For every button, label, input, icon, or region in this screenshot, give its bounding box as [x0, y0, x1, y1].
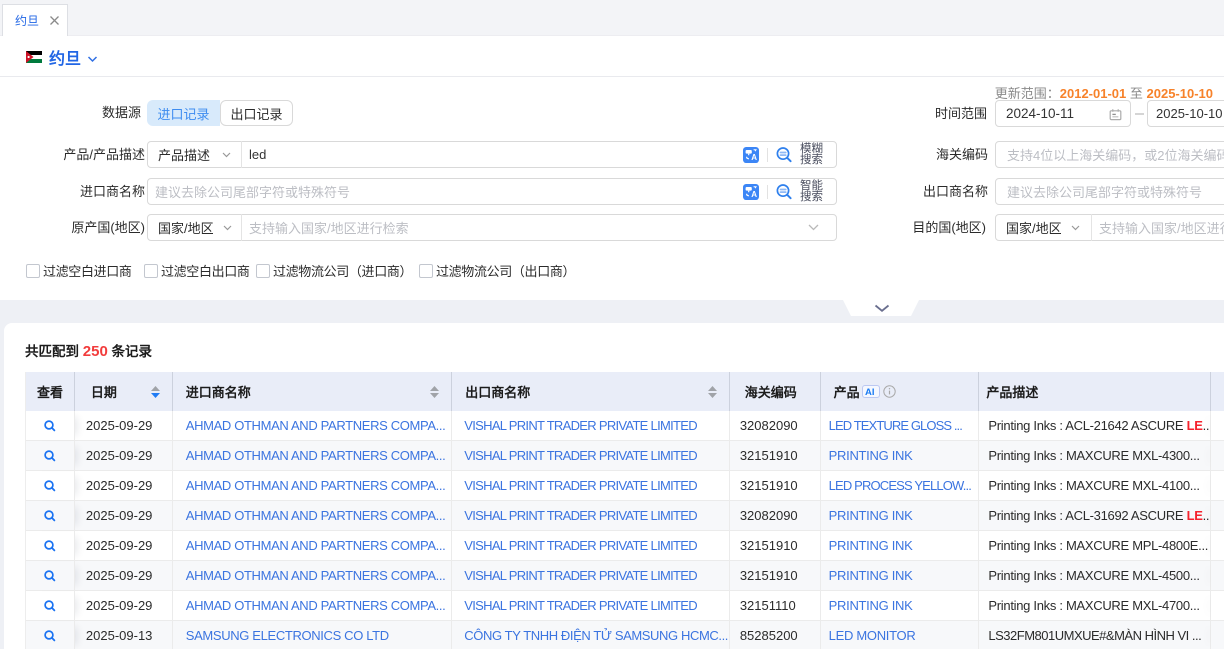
svg-text:A: A	[751, 153, 757, 162]
svg-text:A: A	[751, 190, 757, 199]
svg-text:AI: AI	[865, 387, 875, 398]
